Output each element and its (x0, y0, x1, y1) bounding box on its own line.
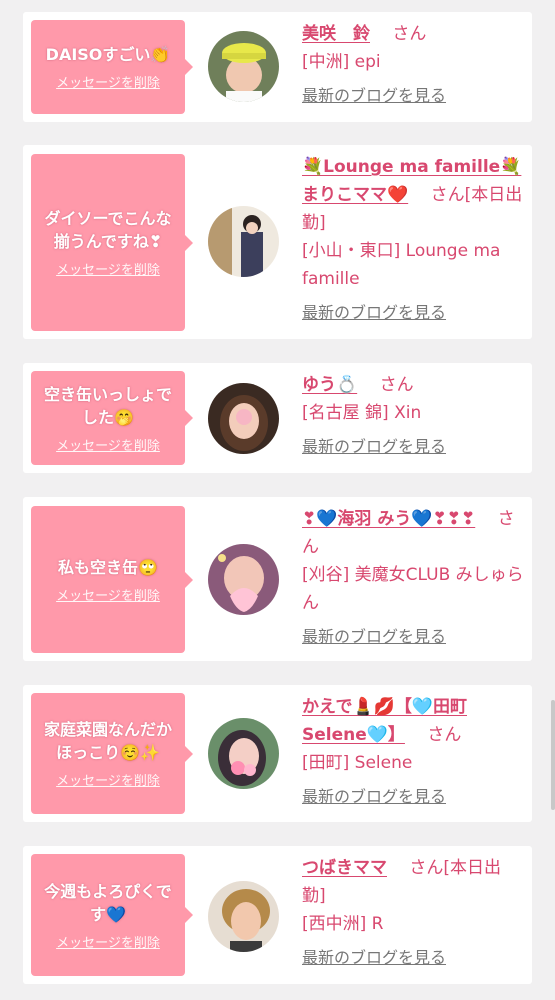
sender-info: 美咲 鈴 さん [中洲] epi 最新のブログを見る (302, 20, 524, 110)
message-bubble: 私も空き缶🙄 メッセージを削除 (31, 506, 193, 653)
latest-blog-link[interactable]: 最新のブログを見る (302, 944, 446, 972)
avatar[interactable] (208, 881, 279, 952)
avatar[interactable] (208, 383, 279, 454)
latest-blog-link[interactable]: 最新のブログを見る (302, 82, 446, 110)
delete-message-link[interactable]: メッセージを削除 (56, 435, 160, 454)
message-card: 今週もよろぴくです💙 メッセージを削除 つばきママ さん[本日出勤] [西中洲]… (23, 846, 532, 984)
avatar-photo-icon (208, 718, 279, 789)
message-text: 空き缶いっしょでした🤭 (43, 384, 172, 427)
avatar-photo-icon (208, 881, 279, 952)
honorific: さん (427, 725, 462, 745)
message-text: 家庭菜園なんだかほっこり☺️✨ (43, 720, 172, 762)
delete-message-link[interactable]: メッセージを削除 (56, 585, 160, 604)
honorific: さん (430, 185, 465, 205)
delete-message-link[interactable]: メッセージを削除 (56, 770, 160, 789)
message-text: DAISOすごい👏 (45, 45, 171, 64)
message-text: ダイソーでこんな揃うんですね❣ (44, 209, 172, 251)
shop-label: [田町] Selene (302, 753, 413, 773)
sender-info: 💐Lounge ma famille💐まりこママ❤️ さん[本日出勤] [小山・… (302, 153, 524, 327)
message-bubble: ダイソーでこんな揃うんですね❣ メッセージを削除 (31, 154, 193, 331)
sender-name-link[interactable]: ゆう💍 (302, 375, 357, 395)
avatar[interactable] (208, 206, 279, 277)
message-card: DAISOすごい👏 メッセージを削除 美咲 鈴 さん [中洲] epi 最新のブ… (23, 12, 532, 122)
delete-message-link[interactable]: メッセージを削除 (56, 932, 160, 951)
shop-label: [刈谷] 美魔女CLUB みしゅらん (302, 565, 524, 613)
sender-info: ゆう💍 さん [名古屋 錦] Xin 最新のブログを見る (302, 371, 524, 461)
delete-message-link[interactable]: メッセージを削除 (56, 259, 160, 278)
shop-label: [中洲] epi (302, 52, 381, 72)
sender-info: かえで💄💋【🩵田町Selene🩵】 さん [田町] Selene 最新のブログを… (302, 693, 524, 811)
latest-blog-link[interactable]: 最新のブログを見る (302, 783, 446, 811)
message-card: 家庭菜園なんだかほっこり☺️✨ メッセージを削除 かえで💄💋【🩵田町Selene… (23, 685, 532, 822)
sender-info: ❣💙海羽 みう💙❣❣❣ さん [刈谷] 美魔女CLUB みしゅらん 最新のブログ… (302, 505, 524, 651)
message-bubble: DAISOすごい👏 メッセージを削除 (31, 20, 193, 114)
scrollbar[interactable] (551, 700, 555, 810)
avatar-photo-icon (208, 544, 279, 615)
latest-blog-link[interactable]: 最新のブログを見る (302, 623, 446, 651)
message-bubble: 今週もよろぴくです💙 メッセージを削除 (31, 854, 193, 976)
shop-label: [西中洲] R (302, 914, 384, 934)
latest-blog-link[interactable]: 最新のブログを見る (302, 299, 446, 327)
honorific: さん (409, 858, 444, 878)
avatar[interactable] (208, 31, 279, 102)
honorific: さん (379, 375, 414, 395)
avatar-photo-icon (208, 206, 279, 277)
message-card: 空き缶いっしょでした🤭 メッセージを削除 ゆう💍 さん [名古屋 錦] Xin … (23, 363, 532, 473)
honorific: さん (392, 24, 427, 44)
message-bubble: 家庭菜園なんだかほっこり☺️✨ メッセージを削除 (31, 693, 193, 814)
sender-info: つばきママ さん[本日出勤] [西中洲] R 最新のブログを見る (302, 854, 524, 972)
message-card: ダイソーでこんな揃うんですね❣ メッセージを削除 💐Lounge ma fami… (23, 145, 532, 339)
message-text: 今週もよろぴくです💙 (44, 881, 172, 924)
avatar[interactable] (208, 718, 279, 789)
latest-blog-link[interactable]: 最新のブログを見る (302, 433, 446, 461)
avatar-photo-icon (208, 31, 279, 102)
delete-message-link[interactable]: メッセージを削除 (56, 72, 160, 91)
sender-name-link[interactable]: つばきママ (302, 858, 387, 878)
shop-label: [小山・東口] Lounge ma famille (302, 241, 501, 289)
avatar-photo-icon (208, 383, 279, 454)
message-bubble: 空き缶いっしょでした🤭 メッセージを削除 (31, 371, 193, 465)
shop-label: [名古屋 錦] Xin (302, 403, 422, 423)
message-card: 私も空き缶🙄 メッセージを削除 ❣💙海羽 みう💙❣❣❣ さん [刈谷] 美魔女C… (23, 497, 532, 661)
message-text: 私も空き缶🙄 (58, 557, 158, 577)
sender-name-link[interactable]: 美咲 鈴 (302, 24, 370, 44)
sender-name-link[interactable]: ❣💙海羽 みう💙❣❣❣ (302, 509, 475, 529)
avatar[interactable] (208, 544, 279, 615)
